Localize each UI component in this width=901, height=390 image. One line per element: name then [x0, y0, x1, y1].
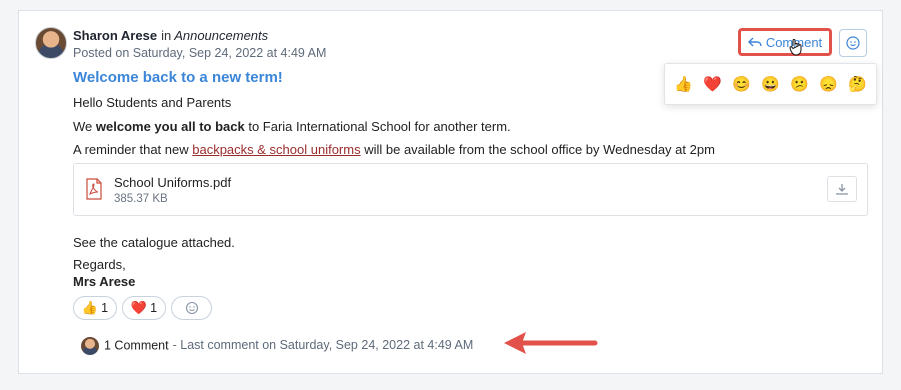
- reaction-count: 1: [101, 301, 109, 315]
- in-word: in: [161, 28, 172, 43]
- welcome-text-end: to Faria International School for anothe…: [244, 119, 511, 134]
- add-reaction-icon: [846, 36, 860, 50]
- react-button[interactable]: [839, 29, 867, 57]
- welcome-paragraph: We welcome you all to back to Faria Inte…: [73, 119, 511, 134]
- reaction-heart[interactable]: ❤️ 1: [122, 296, 166, 320]
- file-name[interactable]: School Uniforms.pdf: [114, 175, 231, 190]
- commenter-avatar: [81, 337, 99, 355]
- comment-button[interactable]: Comment: [738, 28, 832, 56]
- reaction-thumbs-up[interactable]: 👍 1: [73, 296, 117, 320]
- author-avatar[interactable]: [35, 27, 67, 59]
- reminder-text-start: A reminder that new: [73, 142, 193, 157]
- attachment-card[interactable]: School Uniforms.pdf 385.37 KB: [73, 163, 868, 216]
- reply-arrow-icon: [747, 37, 762, 47]
- annotation-arrow-icon: [504, 332, 598, 354]
- comments-summary[interactable]: 1 Comment - Last comment on Saturday, Sep…: [81, 337, 473, 355]
- emoji-picker: 👍 ❤️ 😊 😀 😕 😞 🤔: [664, 63, 877, 105]
- thinking-option[interactable]: 🤔: [848, 75, 867, 93]
- regards-text: Regards,: [73, 257, 126, 272]
- catalogue-text: See the catalogue attached.: [73, 235, 235, 250]
- smile-option[interactable]: 😊: [732, 75, 751, 93]
- confused-option[interactable]: 😕: [790, 75, 809, 93]
- heart-icon: ❤️: [130, 300, 148, 315]
- author-line: Sharon Arese in Announcements: [73, 28, 268, 43]
- pdf-icon: [86, 178, 102, 200]
- thumbs-up-option[interactable]: 👍: [674, 75, 693, 93]
- author-name[interactable]: Sharon Arese: [73, 28, 157, 43]
- download-icon: [836, 184, 848, 195]
- add-reaction-button[interactable]: [171, 296, 212, 320]
- download-button[interactable]: [827, 176, 857, 202]
- post-card: Sharon Arese in Announcements Posted on Sa…: [18, 10, 883, 374]
- file-size: 385.37 KB: [114, 193, 168, 205]
- greeting-text: Hello Students and Parents: [73, 95, 232, 110]
- hand-cursor-icon: [789, 39, 802, 56]
- add-reaction-icon: [185, 301, 198, 315]
- signature-text: Mrs Arese: [73, 274, 136, 289]
- post-timestamp: Posted on Saturday, Sep 24, 2022 at 4:49…: [73, 46, 327, 60]
- last-comment-text: - Last comment on Saturday, Sep 24, 2022…: [172, 338, 474, 353]
- grin-option[interactable]: 😀: [761, 75, 780, 93]
- post-title: Welcome back to a new term!: [73, 69, 283, 86]
- comment-count[interactable]: 1 Comment: [104, 338, 169, 352]
- sad-option[interactable]: 😞: [819, 75, 838, 93]
- group-name[interactable]: Announcements: [174, 28, 268, 43]
- reminder-text-end: will be available from the school office…: [360, 142, 715, 157]
- welcome-text-start: We: [73, 119, 96, 134]
- welcome-text-bold: welcome you all to back: [95, 119, 245, 134]
- reminder-paragraph: A reminder that new backpacks & school u…: [73, 142, 715, 157]
- heart-option[interactable]: ❤️: [703, 75, 722, 93]
- thumbs-up-icon: 👍: [81, 300, 99, 315]
- reaction-count: 1: [150, 301, 158, 315]
- uniforms-link[interactable]: backpacks & school uniforms: [192, 142, 360, 157]
